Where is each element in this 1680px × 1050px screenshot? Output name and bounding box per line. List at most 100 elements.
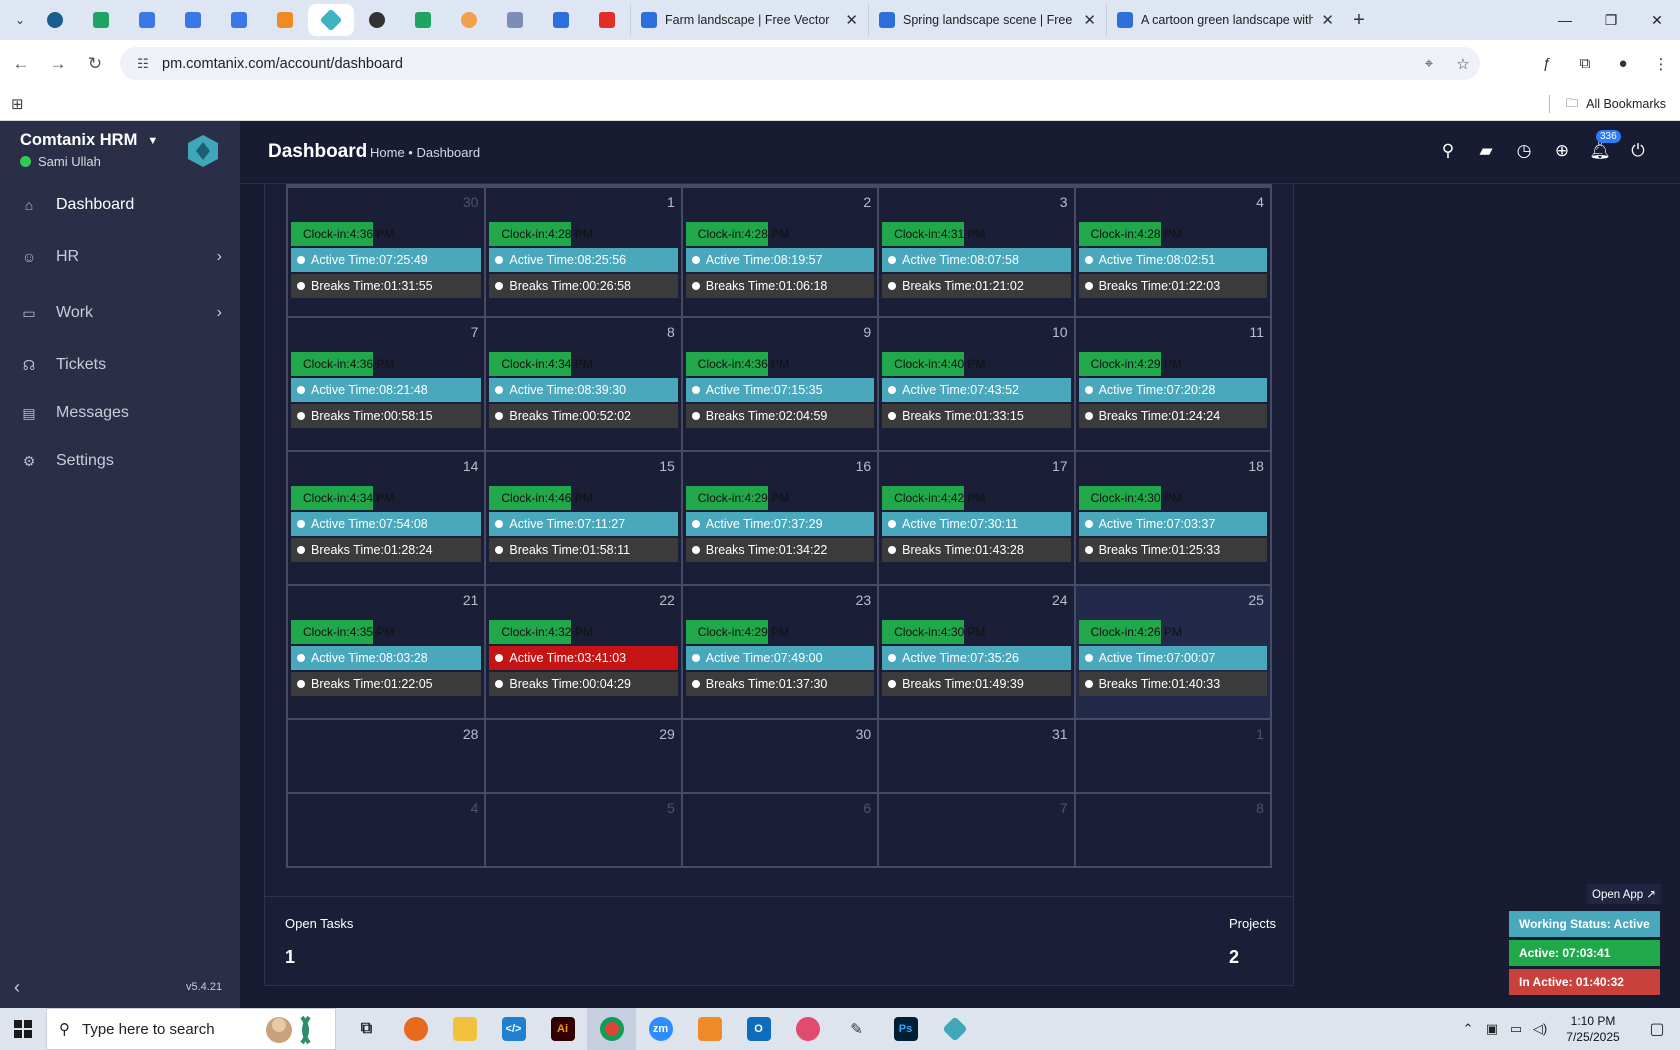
active-time-event[interactable]: Active Time: 08:03:28 bbox=[291, 646, 482, 670]
active-time-event[interactable]: Active Time: 08:19:57 bbox=[685, 248, 875, 272]
day-number[interactable]: 23 bbox=[856, 592, 872, 608]
day-number[interactable]: 29 bbox=[659, 726, 675, 742]
day-number[interactable]: 28 bbox=[463, 726, 479, 742]
active-time-event[interactable]: Active Time: 08:21:48 bbox=[291, 378, 482, 402]
calendar-day[interactable]: 7 bbox=[877, 794, 1073, 866]
all-bookmarks[interactable]: 🗀 All Bookmarks bbox=[1548, 87, 1666, 121]
breaks-time-event[interactable]: Breaks Time: 01:21:02 bbox=[882, 274, 1071, 298]
site-info-icon[interactable]: ☷ bbox=[128, 56, 158, 72]
day-number[interactable]: 11 bbox=[1249, 324, 1264, 340]
day-number[interactable]: 14 bbox=[463, 458, 479, 474]
tab-close-icon[interactable]: ✕ bbox=[1083, 11, 1096, 29]
pinned-tab[interactable] bbox=[216, 4, 262, 36]
chevron-up-icon[interactable]: ⌃ bbox=[1456, 1021, 1480, 1037]
comtanix-logo-icon[interactable] bbox=[186, 134, 220, 168]
calendar-day[interactable]: 1 bbox=[1073, 720, 1270, 792]
tab-close-icon[interactable]: ✕ bbox=[845, 11, 858, 29]
taskbar-search[interactable]: ⚲ Type here to search bbox=[46, 1008, 336, 1050]
day-number[interactable]: 24 bbox=[1052, 592, 1068, 608]
clock-in-event[interactable]: Clock-in: 4:29 PM bbox=[685, 620, 789, 644]
day-number[interactable]: 30 bbox=[463, 194, 479, 210]
breaks-time-event[interactable]: Breaks Time: 01:24:24 bbox=[1078, 404, 1267, 428]
calendar-day[interactable]: 7 Clock-in: 4:36 PM Active Time: 08:21:48 B… bbox=[288, 318, 484, 450]
calendar-day[interactable]: 16 Clock-in: 4:29 PM Active Time: 07:37:29… bbox=[680, 452, 877, 584]
day-number[interactable]: 25 bbox=[1248, 592, 1264, 608]
pinned-tab[interactable] bbox=[262, 4, 308, 36]
calendar-day[interactable]: 14 Clock-in: 4:34 PM Active Time: 07:54:08… bbox=[288, 452, 484, 584]
clock-in-event[interactable]: Clock-in: 4:31 PM bbox=[882, 222, 986, 246]
forward-icon[interactable]: → bbox=[42, 48, 74, 80]
clock-in-event[interactable]: Clock-in: 4:30 PM bbox=[1078, 486, 1182, 510]
calendar-day[interactable]: 3 Clock-in: 4:31 PM Active Time: 08:07:58 B… bbox=[877, 188, 1073, 316]
reload-icon[interactable]: ↻ bbox=[79, 48, 111, 80]
calendar-day[interactable]: 18 Clock-in: 4:30 PM Active Time: 07:03:37… bbox=[1073, 452, 1270, 584]
day-number[interactable]: 9 bbox=[863, 324, 871, 340]
pinned-tab-active[interactable] bbox=[308, 4, 354, 36]
calendar-day[interactable]: 4 bbox=[288, 794, 484, 866]
day-number[interactable]: 7 bbox=[471, 324, 479, 340]
projects-value[interactable]: 2 bbox=[1229, 947, 1239, 968]
zoom-icon[interactable]: zm bbox=[636, 1008, 685, 1050]
day-number[interactable]: 7 bbox=[1060, 800, 1068, 816]
breaks-time-event[interactable]: Breaks Time: 00:58:15 bbox=[291, 404, 482, 428]
add-icon[interactable]: ⊕ bbox=[1548, 137, 1576, 165]
collapse-sidebar-icon[interactable]: ‹ bbox=[14, 977, 20, 998]
pen-tool-icon[interactable]: ✎ bbox=[832, 1008, 881, 1050]
active-time-event[interactable]: Active Time: 07:15:35 bbox=[685, 378, 875, 402]
minimize-icon[interactable]: — bbox=[1542, 0, 1588, 40]
xampp-icon[interactable] bbox=[685, 1008, 734, 1050]
clock-in-event[interactable]: Clock-in: 4:36 PM bbox=[291, 352, 394, 376]
notes-icon[interactable]: ▰ bbox=[1472, 137, 1500, 165]
calendar-day[interactable]: 17 Clock-in: 4:42 PM Active Time: 07:30:11… bbox=[877, 452, 1073, 584]
vscode-icon[interactable]: </> bbox=[489, 1008, 538, 1050]
clock-in-event[interactable]: Clock-in: 4:29 PM bbox=[1078, 352, 1182, 376]
clock-in-event[interactable]: Clock-in: 4:29 PM bbox=[685, 486, 789, 510]
active-time-event[interactable]: Active Time: 07:49:00 bbox=[685, 646, 875, 670]
omnibox[interactable]: ☷ pm.comtanix.com/account/dashboard ⌖ ☆ bbox=[120, 47, 1480, 80]
day-number[interactable]: 15 bbox=[659, 458, 675, 474]
day-number[interactable]: 1 bbox=[1256, 726, 1264, 742]
active-time-event[interactable]: Active Time: 03:41:03 bbox=[489, 646, 678, 670]
photoshop-icon[interactable]: Ps bbox=[881, 1008, 930, 1050]
bookmark-star-icon[interactable]: ☆ bbox=[1446, 55, 1480, 73]
day-number[interactable]: 31 bbox=[1052, 726, 1068, 742]
sidebar-item-work[interactable]: ▭ Work › bbox=[0, 285, 240, 341]
open-app-button[interactable]: Open App ↗ bbox=[1587, 884, 1661, 904]
calendar-day[interactable]: 11 Clock-in: 4:29 PM Active Time: 07:20:28… bbox=[1073, 318, 1270, 450]
tab-search-icon[interactable]: ⌄ bbox=[8, 8, 32, 32]
firefox-icon[interactable] bbox=[391, 1008, 440, 1050]
url-text[interactable]: pm.comtanix.com/account/dashboard bbox=[162, 56, 1412, 72]
calendar-day[interactable]: 1 Clock-in: 4:28 PM Active Time: 08:25:56 B… bbox=[484, 188, 680, 316]
breaks-time-event[interactable]: Breaks Time: 01:49:39 bbox=[882, 672, 1071, 696]
browser-tab[interactable]: Spring landscape scene | Free V ✕ bbox=[868, 4, 1106, 36]
clock-in-event[interactable]: Clock-in: 4:36 PM bbox=[685, 352, 789, 376]
day-number[interactable]: 3 bbox=[1060, 194, 1068, 210]
day-number[interactable]: 8 bbox=[1256, 800, 1264, 816]
new-tab-button[interactable]: + bbox=[1344, 9, 1374, 32]
day-number[interactable]: 17 bbox=[1052, 458, 1068, 474]
volume-icon[interactable]: ◁) bbox=[1528, 1021, 1552, 1037]
active-time-event[interactable]: Active Time: 07:35:26 bbox=[882, 646, 1071, 670]
calendar-day[interactable]: 23 Clock-in: 4:29 PM Active Time: 07:49:00… bbox=[680, 586, 877, 718]
apps-grid-icon[interactable]: ⊞ bbox=[11, 95, 24, 113]
clock-in-event[interactable]: Clock-in: 4:34 PM bbox=[291, 486, 394, 510]
clock-in-event[interactable]: Clock-in: 4:36 PM bbox=[291, 222, 394, 246]
browser-menu-icon[interactable]: ⋮ bbox=[1642, 55, 1680, 73]
active-time-event[interactable]: Active Time: 08:39:30 bbox=[489, 378, 678, 402]
calendar-day[interactable]: 15 Clock-in: 4:46 PM Active Time: 07:11:27… bbox=[484, 452, 680, 584]
day-number[interactable]: 6 bbox=[863, 800, 871, 816]
device-icon[interactable]: ▣ bbox=[1480, 1021, 1504, 1037]
breaks-time-event[interactable]: Breaks Time: 00:04:29 bbox=[489, 672, 678, 696]
outlook-icon[interactable]: O bbox=[734, 1008, 783, 1050]
breadcrumb[interactable]: Home • Dashboard bbox=[370, 145, 480, 160]
calendar-day[interactable]: 5 bbox=[484, 794, 680, 866]
browser-tab[interactable]: Farm landscape | Free Vector ✕ bbox=[630, 4, 868, 36]
power-icon[interactable]: ⏻ bbox=[1624, 137, 1652, 165]
active-time-event[interactable]: Active Time: 07:25:49 bbox=[291, 248, 482, 272]
calendar-day[interactable]: 4 Clock-in: 4:28 PM Active Time: 08:02:51 B… bbox=[1073, 188, 1270, 316]
clock-in-event[interactable]: Clock-in: 4:40 PM bbox=[882, 352, 986, 376]
active-time-event[interactable]: Active Time: 07:37:29 bbox=[685, 512, 875, 536]
sidebar-item-hr[interactable]: ☺ HR › bbox=[0, 229, 240, 285]
sidebar-item-settings[interactable]: ⚙ Settings bbox=[0, 437, 240, 485]
calendar-day[interactable]: 9 Clock-in: 4:36 PM Active Time: 07:15:35 B… bbox=[680, 318, 877, 450]
